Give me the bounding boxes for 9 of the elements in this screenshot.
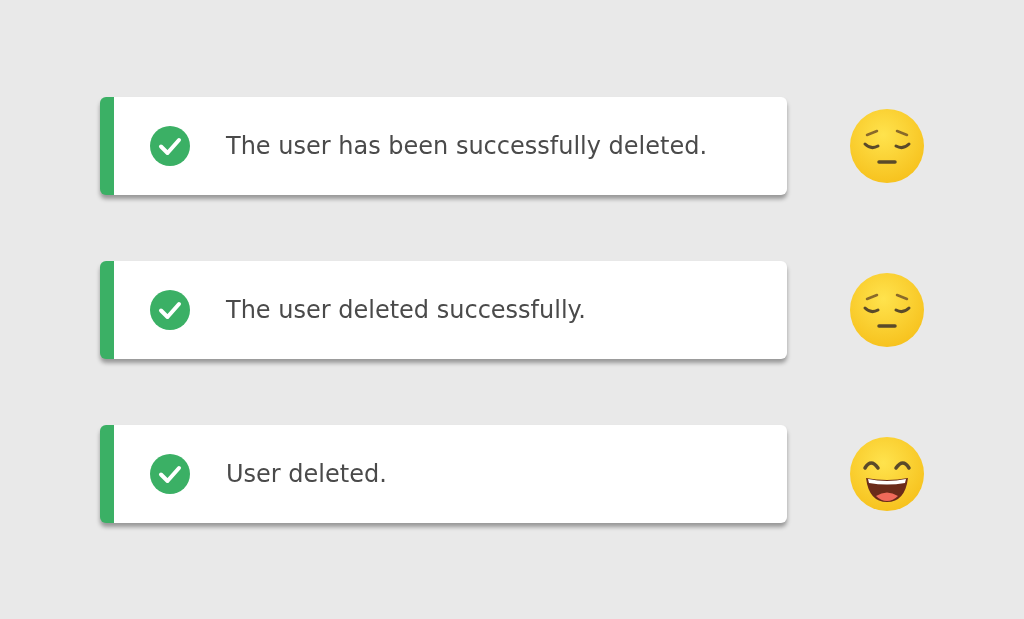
notification-message: The user deleted successfully. (226, 296, 586, 324)
pensive-face-icon (849, 108, 925, 184)
laughing-face-icon (849, 436, 925, 512)
check-icon (150, 290, 190, 330)
check-icon (150, 126, 190, 166)
pensive-face-icon (849, 272, 925, 348)
notification-message: User deleted. (226, 460, 387, 488)
check-icon (150, 454, 190, 494)
notification-message: The user has been successfully deleted. (226, 132, 708, 160)
